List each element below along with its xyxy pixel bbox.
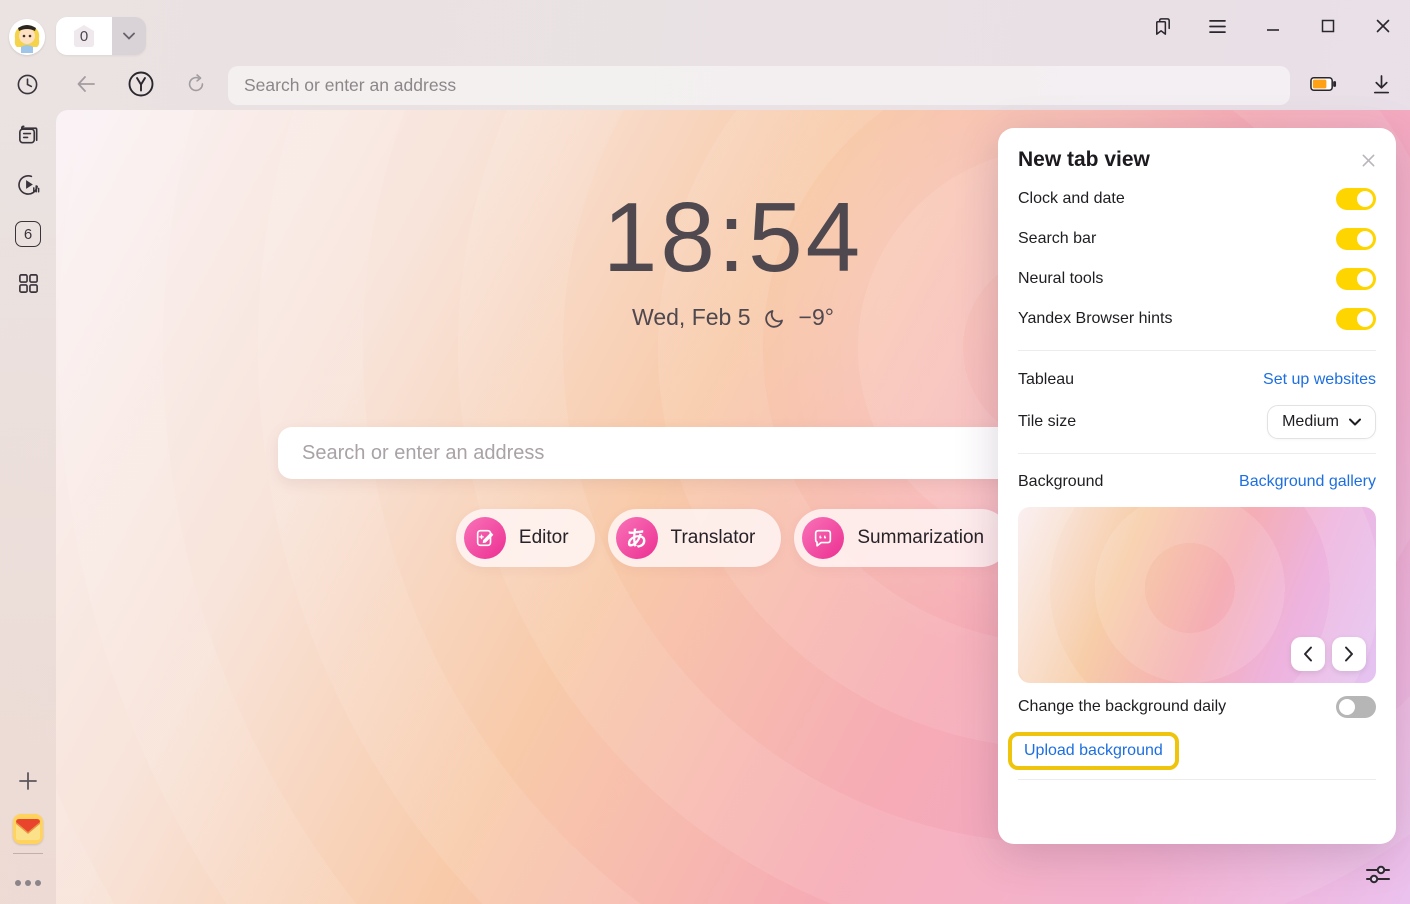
- side-panel-button[interactable]: [1135, 4, 1190, 48]
- toggle-label-yandex-browser-hints: Yandex Browser hints: [1018, 310, 1172, 328]
- maximize-icon: [1320, 18, 1336, 34]
- plus-icon: [16, 769, 40, 793]
- tab-shape-icon: 0: [71, 23, 97, 49]
- bookmarks-panel-icon: [1152, 16, 1173, 37]
- sidebar-add-button[interactable]: [0, 761, 56, 801]
- previous-background-button[interactable]: [1291, 637, 1325, 671]
- minimize-icon: [1265, 18, 1281, 34]
- panel-divider: [1018, 350, 1376, 351]
- feed-icon: [16, 122, 41, 147]
- panel-title: New tab view: [1018, 148, 1150, 172]
- background-preview: [1018, 507, 1376, 683]
- newtab-search-input[interactable]: [302, 442, 1108, 465]
- more-dots-icon: [13, 879, 43, 887]
- tab-group: 0: [56, 17, 146, 55]
- editor-label: Editor: [519, 527, 569, 549]
- summarization-button[interactable]: Summarization: [794, 509, 1010, 567]
- toggle-daily-background[interactable]: [1336, 696, 1376, 718]
- toolbar: [0, 62, 1410, 108]
- tune-sliders-icon: [1364, 860, 1392, 888]
- toggle-search-bar[interactable]: [1336, 228, 1376, 250]
- clock-date: Wed, Feb 5: [632, 304, 750, 331]
- tile-size-select[interactable]: Medium: [1267, 405, 1376, 439]
- history-button[interactable]: [10, 67, 44, 101]
- media-play-icon: [16, 172, 41, 197]
- sidebar-item-mail[interactable]: [0, 809, 56, 849]
- yandex-mail-icon: [13, 814, 43, 844]
- editor-button[interactable]: Editor: [456, 509, 595, 567]
- toggle-label-search-bar: Search bar: [1018, 230, 1096, 248]
- toggle-label-neural-tools: Neural tools: [1018, 270, 1103, 288]
- tab-counter-badge: 6: [15, 221, 41, 247]
- sidebar-item-apps[interactable]: [0, 263, 56, 303]
- toggle-neural-tools[interactable]: [1336, 268, 1376, 290]
- refresh-button[interactable]: [179, 67, 213, 101]
- translator-icon: あ: [616, 517, 658, 559]
- moon-icon: [763, 306, 787, 330]
- sidebar-item-tabs[interactable]: 6: [0, 214, 56, 254]
- panel-divider: [1018, 779, 1376, 780]
- sidebar-item-feed[interactable]: [0, 114, 56, 154]
- upload-background-highlight: Upload background: [1008, 732, 1179, 770]
- tab-dropdown-button[interactable]: [112, 17, 146, 55]
- chevron-down-icon: [123, 32, 135, 40]
- tab-count: 0: [80, 28, 88, 45]
- avatar[interactable]: [9, 19, 45, 55]
- panel-divider: [1018, 453, 1376, 454]
- back-button[interactable]: [69, 67, 103, 101]
- next-background-button[interactable]: [1332, 637, 1366, 671]
- minimize-button[interactable]: [1245, 4, 1300, 48]
- window-controls: [1135, 0, 1410, 52]
- sidebar-divider: [13, 853, 43, 854]
- summarization-label: Summarization: [857, 527, 984, 549]
- menu-button[interactable]: [1190, 4, 1245, 48]
- chevron-right-icon: [1344, 646, 1354, 662]
- download-icon: [1372, 74, 1391, 95]
- chevron-left-icon: [1303, 646, 1313, 662]
- toggle-clock-and-date[interactable]: [1336, 188, 1376, 210]
- translator-label: Translator: [671, 527, 756, 549]
- weather-temperature[interactable]: −9°: [799, 304, 834, 331]
- yandex-logo-icon: [128, 71, 154, 97]
- summarization-icon: [802, 517, 844, 559]
- sidebar-more-button[interactable]: [0, 863, 56, 903]
- close-button[interactable]: [1355, 4, 1410, 48]
- upload-background-link[interactable]: Upload background: [1024, 742, 1163, 759]
- maximize-button[interactable]: [1300, 4, 1355, 48]
- daily-background-label: Change the background daily: [1018, 698, 1226, 716]
- sidebar-item-media[interactable]: [0, 164, 56, 204]
- browser-window: 0: [0, 0, 1410, 904]
- address-input[interactable]: [244, 75, 1274, 96]
- background-gallery-link[interactable]: Background gallery: [1239, 473, 1376, 491]
- sidebar: 6: [0, 108, 56, 904]
- background-label: Background: [1018, 473, 1103, 491]
- apps-grid-icon: [17, 272, 40, 295]
- new-tab-view-panel: New tab view Clock and date Search bar N…: [998, 128, 1396, 844]
- customize-button[interactable]: [1362, 858, 1394, 890]
- tile-size-label: Tile size: [1018, 413, 1076, 431]
- battery-icon: [1310, 76, 1337, 92]
- toggle-label-clock-and-date: Clock and date: [1018, 190, 1125, 208]
- downloads-button[interactable]: [1364, 67, 1398, 101]
- back-arrow-icon: [74, 72, 98, 96]
- chevron-down-icon: [1349, 418, 1361, 426]
- menu-icon: [1208, 19, 1227, 34]
- history-clock-icon: [16, 73, 39, 96]
- panel-close-icon[interactable]: [1361, 153, 1376, 168]
- title-bar: 0: [0, 0, 1410, 62]
- yandex-search-button[interactable]: [124, 67, 158, 101]
- address-bar[interactable]: [228, 66, 1290, 105]
- translator-button[interactable]: あ Translator: [608, 509, 782, 567]
- toggle-yandex-browser-hints[interactable]: [1336, 308, 1376, 330]
- tableau-label: Tableau: [1018, 371, 1074, 389]
- tile-size-value: Medium: [1282, 413, 1339, 431]
- battery-saver-button[interactable]: [1306, 67, 1340, 101]
- refresh-icon: [185, 73, 207, 95]
- editor-icon: [464, 517, 506, 559]
- set-up-websites-link[interactable]: Set up websites: [1263, 371, 1376, 389]
- active-tab[interactable]: 0: [56, 17, 112, 55]
- close-icon: [1375, 18, 1391, 34]
